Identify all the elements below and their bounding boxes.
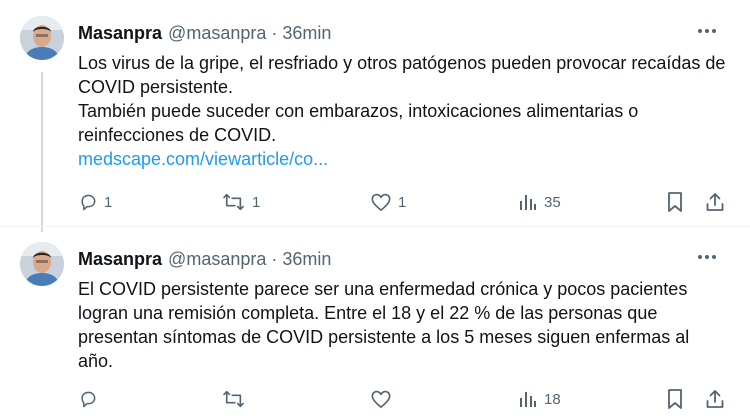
retweet-button[interactable]: 1 (222, 190, 260, 214)
views-button[interactable]: 18 (518, 387, 561, 411)
more-options-button[interactable] (694, 20, 720, 42)
timestamp[interactable]: 36min (282, 23, 331, 44)
like-icon (370, 192, 392, 212)
tweet-text-paragraph: El COVID persistente parece ser una enfe… (78, 279, 690, 371)
views-icon (518, 192, 538, 212)
more-icon (697, 254, 717, 260)
reply-button[interactable] (78, 387, 104, 411)
tweet-text-line: Los virus de la gripe, el resfriado y ot… (78, 53, 726, 97)
share-icon (704, 388, 726, 410)
retweet-icon (222, 389, 246, 409)
user-avatar-icon (20, 16, 64, 60)
reply-icon (78, 192, 98, 212)
article-link[interactable]: medscape.com/viewarticle/co... (78, 147, 728, 171)
user-avatar-icon (20, 242, 64, 286)
tweet-text-line: También puede suceder con embarazos, int… (78, 101, 639, 145)
like-icon (370, 389, 392, 409)
tweet-header: Masanpra @masanpra · 36min (78, 22, 331, 44)
tweet-actions: 18 (78, 387, 738, 411)
separator-dot: · (271, 22, 278, 43)
reply-button[interactable]: 1 (78, 190, 112, 214)
share-icon (704, 191, 726, 213)
bookmark-button[interactable] (665, 190, 685, 214)
more-icon (697, 28, 717, 34)
tweet-actions: 1 1 1 35 (78, 190, 738, 214)
author-handle[interactable]: @masanpra (168, 23, 266, 44)
retweet-count: 1 (252, 193, 261, 211)
tweet[interactable]: Masanpra @masanpra · 36min Los virus de … (0, 0, 750, 226)
views-button[interactable]: 35 (518, 190, 561, 214)
reply-count: 1 (104, 193, 113, 211)
retweet-button[interactable] (222, 387, 252, 411)
like-button[interactable]: 1 (370, 190, 406, 214)
tweet[interactable]: Masanpra @masanpra · 36min El COVID pers… (0, 226, 750, 420)
separator-dot: · (271, 248, 278, 269)
share-button[interactable] (704, 387, 726, 411)
tweet-header: Masanpra @masanpra · 36min (78, 248, 331, 270)
like-count: 1 (398, 193, 407, 211)
author-name[interactable]: Masanpra (78, 23, 162, 44)
bookmark-icon (665, 388, 685, 410)
tweet-text: Los virus de la gripe, el resfriado y ot… (78, 51, 728, 171)
tweet-text: El COVID persistente parece ser una enfe… (78, 277, 728, 373)
timestamp[interactable]: 36min (282, 249, 331, 270)
bookmark-icon (665, 191, 685, 213)
like-button[interactable] (370, 387, 398, 411)
retweet-icon (222, 192, 246, 212)
bookmark-button[interactable] (665, 387, 685, 411)
views-count: 35 (544, 193, 561, 211)
avatar[interactable] (20, 242, 64, 286)
author-name[interactable]: Masanpra (78, 249, 162, 270)
views-count: 18 (544, 390, 561, 408)
author-handle[interactable]: @masanpra (168, 249, 266, 270)
views-icon (518, 389, 538, 409)
more-options-button[interactable] (694, 246, 720, 268)
share-button[interactable] (704, 190, 726, 214)
reply-icon (78, 389, 98, 409)
avatar[interactable] (20, 16, 64, 60)
